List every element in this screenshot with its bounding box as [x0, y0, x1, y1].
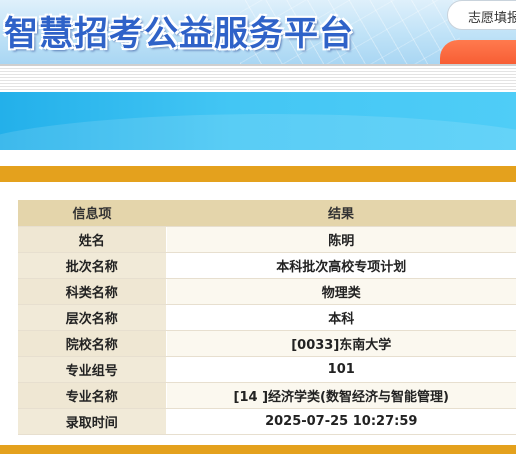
table-row: 录取时间 2025-07-25 10:27:59 — [18, 408, 516, 435]
row-value: 陈明 — [166, 226, 516, 253]
site-title-logo: 智慧招考公益服务平台 — [4, 14, 354, 54]
row-label: 层次名称 — [18, 304, 167, 331]
user-menu-button[interactable]: 志愿填报 — [447, 0, 516, 30]
row-value: 2025-07-25 10:27:59 — [166, 408, 516, 435]
table-row: 批次名称 本科批次高校专项计划 — [18, 252, 516, 279]
stripe-divider — [0, 64, 516, 92]
nav-tab-orange[interactable] — [440, 40, 516, 64]
column-header-item: 信息项 — [18, 200, 166, 227]
column-header-result: 结果 — [166, 200, 516, 227]
table-row: 专业组号 101 — [18, 356, 516, 383]
row-value: 本科批次高校专项计划 — [166, 252, 516, 279]
banner-wave-decoration — [0, 114, 516, 150]
row-value: 物理类 — [166, 278, 516, 305]
admission-result-table: 信息项 结果 姓名 陈明 批次名称 本科批次高校专项计划 科类名称 物理类 层次… — [18, 200, 516, 435]
row-value: 101 — [166, 356, 516, 383]
table-header-row: 信息项 结果 — [18, 200, 516, 227]
row-label: 专业名称 — [18, 382, 167, 409]
table-row: 院校名称 [0033]东南大学 — [18, 330, 516, 357]
row-value: [14 ]经济学类(数智经济与智能管理) — [166, 382, 516, 409]
row-value: [0033]东南大学 — [166, 330, 516, 357]
row-label: 专业组号 — [18, 356, 167, 383]
row-label: 院校名称 — [18, 330, 167, 357]
hero-banner — [0, 92, 516, 150]
table-row: 层次名称 本科 — [18, 304, 516, 331]
section-divider-bottom — [0, 445, 516, 454]
row-label: 姓名 — [18, 226, 167, 253]
row-label: 录取时间 — [18, 408, 167, 435]
table-row: 姓名 陈明 — [18, 226, 516, 253]
site-header: 智慧招考公益服务平台 志愿填报 — [0, 0, 516, 64]
row-label: 批次名称 — [18, 252, 167, 279]
section-divider-top — [0, 166, 516, 182]
row-label: 科类名称 — [18, 278, 167, 305]
row-value: 本科 — [166, 304, 516, 331]
table-row: 科类名称 物理类 — [18, 278, 516, 305]
table-row: 专业名称 [14 ]经济学类(数智经济与智能管理) — [18, 382, 516, 409]
